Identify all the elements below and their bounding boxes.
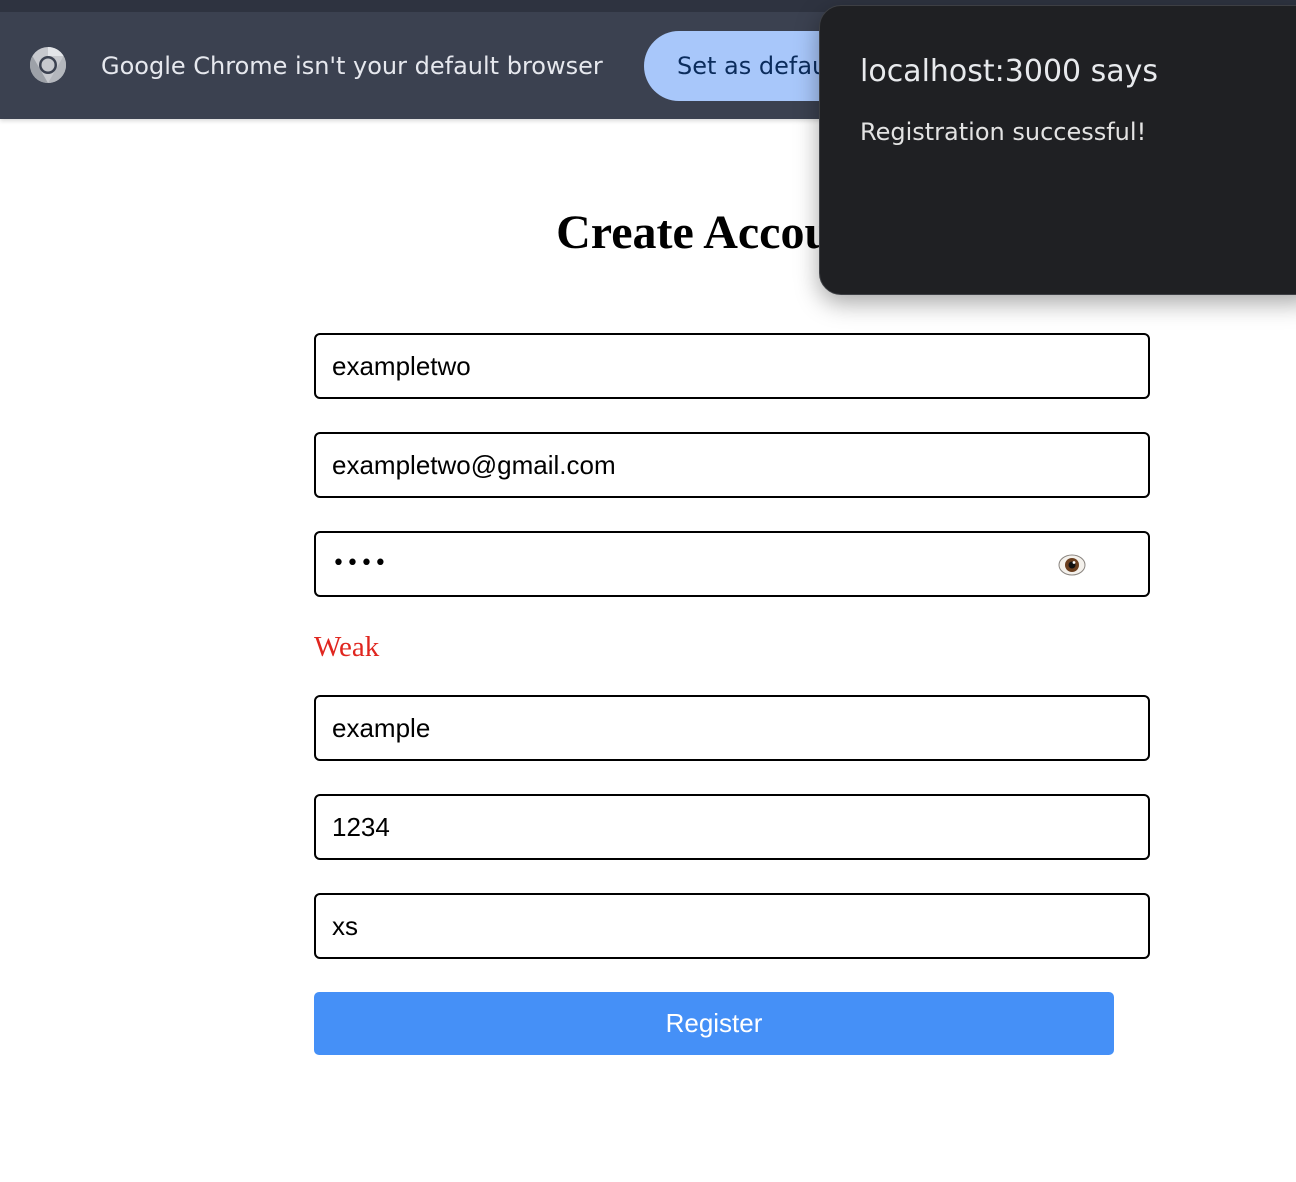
text-input-4[interactable] [332,697,1032,759]
infobar-message: Google Chrome isn't your default browser [101,52,603,80]
username-input[interactable] [332,335,1032,397]
text-input-5[interactable] [332,796,1032,858]
text-field-6[interactable] [314,893,1150,959]
eye-icon[interactable] [1057,550,1087,580]
dialog-message: Registration successful! [860,118,1147,146]
text-field-4[interactable] [314,695,1150,761]
password-strength-label: Weak [314,631,380,663]
text-field-5[interactable] [314,794,1150,860]
email-input[interactable] [332,434,1032,496]
register-button[interactable]: Register [314,992,1114,1055]
chrome-logo-icon [29,46,67,84]
text-input-6[interactable] [332,895,1032,957]
email-field[interactable] [314,432,1150,498]
username-field[interactable] [314,333,1150,399]
password-input[interactable]: •••• [332,547,388,581]
password-field[interactable]: •••• [314,531,1150,597]
alert-dialog: localhost:3000 says Registration success… [819,5,1296,295]
dialog-title: localhost:3000 says [860,54,1159,89]
